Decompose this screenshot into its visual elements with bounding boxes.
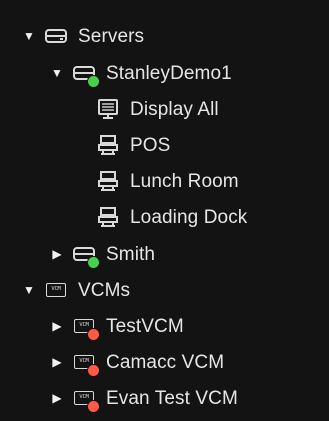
collapse-arrow-icon[interactable]: ▶	[50, 247, 64, 261]
pos-register-icon	[96, 133, 120, 157]
tree-label-vcms: VCMs	[78, 279, 131, 301]
device-tree: ▼ Servers ▼ StanleyDemo1 Display All POS…	[0, 0, 329, 421]
server-online-icon	[72, 61, 99, 87]
offline-status-dot	[88, 329, 99, 340]
vcm-offline-icon: VCM	[72, 386, 99, 412]
tree-node-servers[interactable]: ▼ Servers	[22, 18, 144, 54]
tree-node-stanleydemo1[interactable]: ▼ StanleyDemo1	[50, 55, 232, 91]
tree-node-lunch-room[interactable]: Lunch Room	[96, 163, 239, 199]
vcm-icon: VCM	[44, 278, 68, 302]
online-status-dot	[88, 257, 99, 268]
tree-node-display-all[interactable]: Display All	[96, 91, 219, 127]
vcm-offline-icon: VCM	[72, 350, 99, 376]
offline-status-dot	[88, 365, 99, 376]
collapse-arrow-icon[interactable]: ▶	[50, 391, 64, 405]
pos-register-icon	[96, 169, 120, 193]
tree-node-evan-test-vcm[interactable]: ▶ VCM Evan Test VCM	[50, 380, 238, 416]
expand-arrow-icon[interactable]: ▼	[22, 283, 36, 297]
tree-node-pos[interactable]: POS	[96, 127, 170, 163]
server-icon	[44, 24, 68, 48]
tree-node-testvcm[interactable]: ▶ VCM TestVCM	[50, 308, 184, 344]
tree-label-servers: Servers	[78, 25, 145, 47]
tree-label-evan-test-vcm: Evan Test VCM	[106, 387, 238, 409]
expand-arrow-icon[interactable]: ▼	[22, 29, 36, 43]
server-online-icon	[72, 242, 99, 268]
online-status-dot	[88, 76, 99, 87]
pos-register-icon	[96, 205, 120, 229]
expand-arrow-icon[interactable]: ▼	[50, 66, 64, 80]
collapse-arrow-icon[interactable]: ▶	[50, 319, 64, 333]
offline-status-dot	[88, 401, 99, 412]
tree-label-display-all: Display All	[130, 98, 219, 120]
vcm-offline-icon: VCM	[72, 314, 99, 340]
vcm-badge-text: VCM	[46, 283, 66, 297]
collapse-arrow-icon[interactable]: ▶	[50, 355, 64, 369]
tree-label-loading-dock: Loading Dock	[130, 206, 248, 228]
tree-node-loading-dock[interactable]: Loading Dock	[96, 199, 247, 235]
tree-label-testvcm: TestVCM	[106, 315, 184, 337]
display-wall-icon	[96, 97, 120, 121]
tree-node-camacc-vcm[interactable]: ▶ VCM Camacc VCM	[50, 344, 224, 380]
tree-label-stanleydemo1: StanleyDemo1	[106, 62, 232, 84]
tree-node-vcms[interactable]: ▼ VCM VCMs	[22, 272, 130, 308]
tree-label-lunch-room: Lunch Room	[130, 170, 239, 192]
tree-label-camacc-vcm: Camacc VCM	[106, 351, 225, 373]
tree-label-smith: Smith	[106, 243, 156, 265]
tree-label-pos: POS	[130, 134, 171, 156]
tree-node-smith[interactable]: ▶ Smith	[50, 236, 155, 272]
